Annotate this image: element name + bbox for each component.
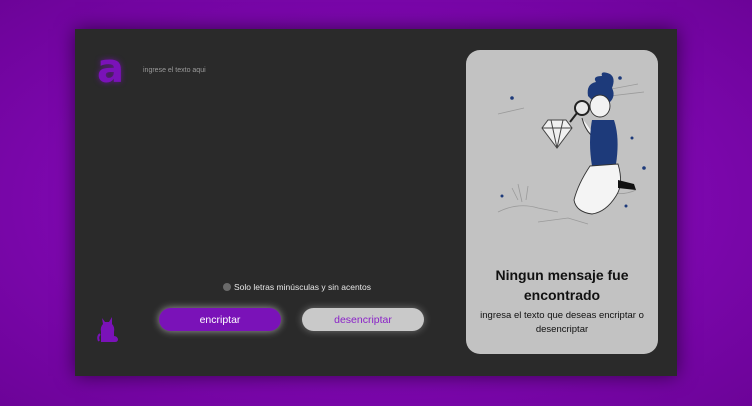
info-circle-icon	[223, 283, 231, 291]
logo: a	[97, 46, 124, 92]
person-with-magnifier-illustration	[497, 72, 646, 225]
hint: Solo letras minúsculas y sin acentos	[223, 281, 371, 293]
app-card: a Solo letras minúsculas y sin acentos e…	[75, 29, 677, 376]
result-panel: Ningun mensaje fue encontrado ingresa el…	[466, 50, 658, 354]
encrypt-button[interactable]: encriptar	[159, 308, 281, 331]
hint-text: Solo letras minúsculas y sin acentos	[234, 282, 372, 292]
empty-state-title: Ningun mensaje fue encontrado	[495, 267, 629, 303]
decrypt-button[interactable]: desencriptar	[302, 308, 424, 331]
message-input[interactable]	[137, 63, 437, 273]
empty-state-description: ingresa el texto que deseas encriptar o …	[480, 310, 644, 335]
cat-icon	[97, 317, 118, 342]
